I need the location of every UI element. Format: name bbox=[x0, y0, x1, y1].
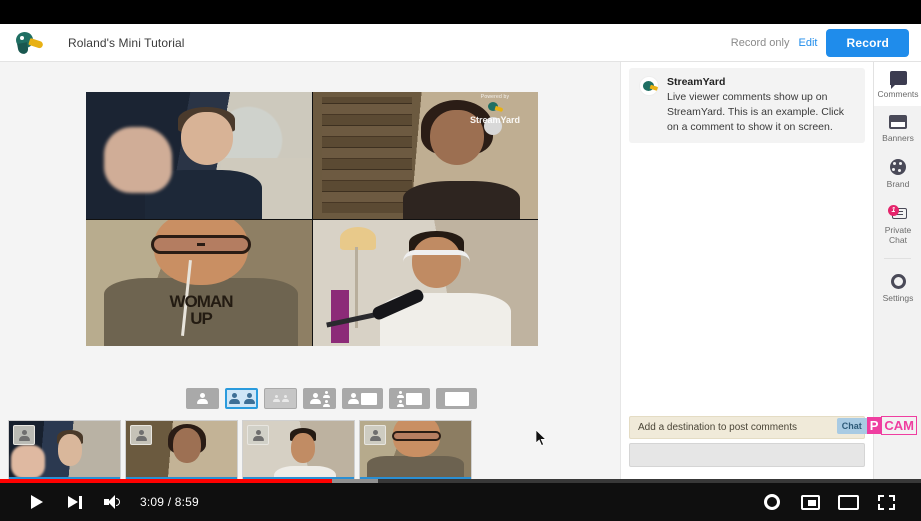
banner-icon bbox=[889, 115, 907, 129]
next-button[interactable] bbox=[56, 483, 94, 521]
rail-label-settings: Settings bbox=[882, 293, 914, 303]
video-tile-4[interactable] bbox=[312, 219, 538, 346]
column-with-screen-layout-icon bbox=[397, 390, 404, 407]
leader-with-column-layout-icon bbox=[309, 393, 321, 404]
avatar-placeholder-icon bbox=[13, 425, 35, 445]
next-video-icon bbox=[68, 495, 82, 509]
two-person-split-layout-icon bbox=[228, 393, 240, 404]
gear-icon bbox=[890, 274, 906, 289]
single-person-layout-icon bbox=[197, 393, 208, 404]
participant-tile[interactable]: Gabe bbox=[359, 420, 472, 479]
two-person-split-layout-icon bbox=[243, 393, 255, 404]
rail-item-brand[interactable]: Brand bbox=[874, 150, 921, 196]
rail-label-private-chat: Private Chat bbox=[884, 225, 912, 245]
rail-label-brand: Brand bbox=[886, 179, 910, 189]
video-tile-3[interactable]: WOMAN UP bbox=[86, 219, 312, 346]
destination-notice: Add a destination to post comments bbox=[629, 416, 865, 439]
screenshot-root: Roland's Mini Tutorial Record only Edit … bbox=[0, 0, 921, 521]
comment-input[interactable] bbox=[629, 443, 865, 467]
layout-button-column-screen[interactable] bbox=[389, 388, 430, 409]
watermark-brand-p: P bbox=[866, 417, 882, 434]
volume-button[interactable] bbox=[94, 483, 132, 521]
record-button[interactable]: Record bbox=[826, 28, 909, 57]
page-title: Roland's Mini Tutorial bbox=[68, 35, 185, 50]
avatar-placeholder-icon bbox=[247, 425, 269, 445]
streamyard-duck-logo-icon bbox=[487, 101, 504, 115]
comments-sidebar: StreamYard Live viewer comments show up … bbox=[620, 62, 873, 479]
streamyard-duck-logo-icon bbox=[14, 30, 44, 56]
private-chat-badge: 1 bbox=[888, 205, 899, 216]
avatar-placeholder-icon bbox=[364, 425, 386, 445]
player-controls-left: 3:09 / 8:59 bbox=[0, 483, 199, 521]
record-only-label: Record only bbox=[730, 36, 790, 49]
edit-link[interactable]: Edit bbox=[798, 37, 817, 49]
video-player-content: Roland's Mini Tutorial Record only Edit … bbox=[0, 24, 921, 479]
participant-tile[interactable]: Sergio bbox=[242, 420, 355, 479]
watermark-chat-label: Chat bbox=[836, 417, 867, 434]
person-with-screen-layout-icon bbox=[348, 393, 359, 404]
participant-strip: Rollie B Vanessa Maria bbox=[8, 420, 472, 479]
two-person-group-layout-icon bbox=[272, 395, 280, 402]
volume-icon bbox=[104, 495, 122, 509]
fullscreen-icon bbox=[877, 494, 895, 510]
participant-tile[interactable]: Vanessa Maria bbox=[125, 420, 238, 479]
layout-button-group-two[interactable] bbox=[264, 388, 297, 409]
comment-body: StreamYard Live viewer comments show up … bbox=[667, 76, 855, 135]
screen-box-icon bbox=[406, 392, 422, 405]
screen-only-layout-icon bbox=[444, 391, 469, 406]
two-person-group-layout-icon bbox=[281, 395, 289, 402]
video-tile-1[interactable] bbox=[86, 92, 312, 219]
palette-icon bbox=[890, 159, 906, 175]
rail-item-banners[interactable]: Banners bbox=[874, 106, 921, 150]
header-actions: Record only Edit Record bbox=[730, 28, 909, 57]
private-chat-icon: 1 bbox=[888, 205, 908, 221]
comment-text: Live viewer comments show up on StreamYa… bbox=[667, 91, 845, 133]
comment-author: StreamYard bbox=[667, 76, 726, 88]
play-button[interactable] bbox=[18, 483, 56, 521]
settings-button[interactable] bbox=[753, 483, 791, 521]
layout-button-split-two[interactable] bbox=[225, 388, 258, 409]
layout-button-person-screen[interactable] bbox=[342, 388, 383, 409]
app-header: Roland's Mini Tutorial Record only Edit … bbox=[0, 24, 921, 62]
layout-button-single[interactable] bbox=[186, 388, 219, 409]
player-controls-right bbox=[753, 483, 921, 521]
studio-stage: Powered by StreamYard WOMAN UP bbox=[0, 62, 620, 479]
rail-item-comments[interactable]: Comments bbox=[874, 62, 921, 106]
miniplayer-button[interactable] bbox=[791, 483, 829, 521]
theater-mode-button[interactable] bbox=[829, 483, 867, 521]
layout-button-leader-side[interactable] bbox=[303, 388, 336, 409]
play-icon bbox=[31, 495, 43, 509]
fullscreen-button[interactable] bbox=[867, 483, 905, 521]
comment-bubble-icon bbox=[889, 71, 907, 89]
rail-item-private-chat[interactable]: 1 Private Chat bbox=[874, 196, 921, 252]
layout-selector bbox=[186, 388, 477, 409]
time-display: 3:09 / 8:59 bbox=[140, 495, 199, 509]
rail-label-comments: Comments bbox=[877, 89, 919, 99]
watermark-brand-cam: CAM bbox=[881, 416, 917, 435]
rail-divider bbox=[884, 258, 911, 259]
mouse-cursor bbox=[535, 429, 548, 447]
gear-icon bbox=[764, 494, 780, 510]
rail-label-banners: Banners bbox=[882, 133, 914, 143]
comment-item[interactable]: StreamYard Live viewer comments show up … bbox=[629, 68, 865, 143]
streamyard-duck-avatar-icon bbox=[639, 76, 659, 96]
pcam-watermark: Chat P CAM bbox=[836, 416, 917, 435]
player-controls: 3:09 / 8:59 bbox=[0, 483, 921, 521]
layout-button-screen-only[interactable] bbox=[436, 388, 477, 409]
participant-tile[interactable]: Rollie B bbox=[8, 420, 121, 479]
theater-mode-icon bbox=[837, 494, 859, 510]
layout-column bbox=[322, 390, 330, 407]
miniplayer-icon bbox=[800, 494, 820, 510]
video-tile-2[interactable]: Powered by StreamYard bbox=[312, 92, 538, 219]
avatar-placeholder-icon bbox=[130, 425, 152, 445]
screen-box-icon bbox=[361, 392, 377, 405]
video-grid: Powered by StreamYard WOMAN UP bbox=[86, 92, 538, 346]
rail-item-settings[interactable]: Settings bbox=[874, 265, 921, 310]
